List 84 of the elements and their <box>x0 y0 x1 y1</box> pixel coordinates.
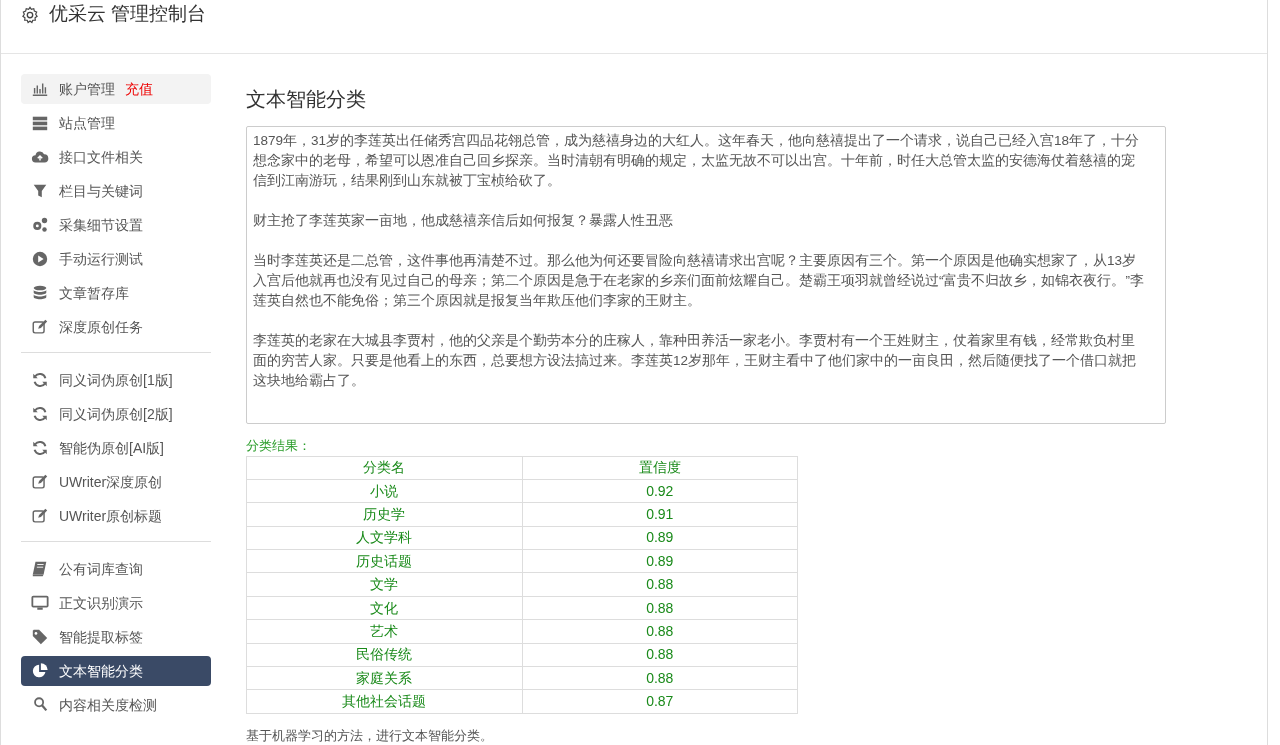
table-cell: 其他社会话题 <box>246 689 522 714</box>
sidebar-label: 正文识别演示 <box>59 593 143 613</box>
server-icon <box>31 114 49 132</box>
sidebar-item[interactable]: 内容相关度检测 <box>21 690 211 720</box>
table-cell: 艺术 <box>246 619 522 644</box>
refresh-icon <box>31 405 49 423</box>
sidebar-label: 接口文件相关 <box>59 147 143 167</box>
sidebar-item[interactable]: 站点管理 <box>21 108 211 138</box>
sidebar-label: UWriter深度原创 <box>59 472 163 492</box>
table-cell: 置信度 <box>522 456 798 480</box>
tag-icon <box>31 628 49 646</box>
sidebar-item[interactable]: 智能伪原创[AI版] <box>21 433 211 463</box>
description-text: 基于机器学习的方法，进行文本智能分类。 <box>246 726 494 745</box>
table-cell: 0.89 <box>522 549 798 573</box>
table-cell: 人文学科 <box>246 526 522 550</box>
sidebar-item[interactable]: 正文识别演示 <box>21 588 211 618</box>
sidebar-label: 文章暂存库 <box>59 283 129 303</box>
edit-icon <box>31 318 49 336</box>
monitor-icon <box>31 594 49 612</box>
sidebar-label: 同义词伪原创[1版] <box>59 370 173 390</box>
paragraph-text: 财主抢了李莲英家一亩地，他成慈禧亲信后如何报复？暴露人性丑恶 <box>253 212 674 230</box>
table-cell: 民俗传统 <box>246 643 522 667</box>
table-cell: 小说 <box>246 479 522 503</box>
settings-icon <box>21 5 39 24</box>
paragraph-text: 当时李莲英还是二总管，这件事他再清楚不过。那么他为何还要冒险向慈禧请求出宫呢？主要原因有三个。第一个原因是他确实想家了，从13岁入宫后他就再也没有见过自己的母亲；第二个原因是急于在老家的乡亲们面前炫耀自己。楚霸王项羽就曾经说过“富贵不归故乡，如锦衣夜行。”李莲英自然也不能免俗；第三个原因就是报复当年欺压他们李家的王财主。 <box>253 252 1145 310</box>
table-cell: 文学 <box>246 572 522 597</box>
edit-icon <box>31 473 49 491</box>
table-cell: 0.88 <box>522 596 798 620</box>
edit-icon <box>31 507 49 525</box>
sidebar-label: UWriter原创标题 <box>59 506 163 526</box>
pie-chart-icon <box>31 662 49 680</box>
sidebar-item[interactable]: 公有词库查询 <box>21 554 211 584</box>
sidebar-label: 内容相关度检测 <box>59 695 157 715</box>
sidebar-item[interactable]: 账户管理 充值 <box>21 74 211 104</box>
table-cell: 家庭关系 <box>246 666 522 690</box>
table-cell: 0.88 <box>522 643 798 667</box>
filter-icon <box>31 182 49 200</box>
table-cell: 文化 <box>246 596 522 620</box>
paragraph-text: 1879年，31岁的李莲英出任储秀宫四品花翎总管，成为慈禧身边的大红人。这年春天，他向慈禧提出了一个请求，说自己已经入宫18年了，十分想念家中的老母，希望可以恩准自己回乡探亲。当时清朝有明确的规定，太监无故不可以出宫。十年前，时任大总管太监的安德海仗着慈禧的宠信到江南游玩，结果刚到山东就被丁宝桢给砍了。 <box>253 132 1141 190</box>
sidebar-label: 同义词伪原创[2版] <box>59 404 173 424</box>
sidebar-item[interactable]: 文本智能分类 <box>21 656 211 686</box>
paragraph-text: 李莲英的老家在大城县李贾村，他的父亲是个勤劳本分的庄稼人，靠种田养活一家老小。李贾村有一个王姓财主，仗着家里有钱，经常欺负村里面的穷苦人家。只要是他看上的东西，总要想方设法搞过来。李莲英12岁那年，王财主看中了他们家中的一亩良田，然后随便找了一个借口就把这块地给霸占了。 <box>253 332 1138 390</box>
sidebar-item[interactable]: 同义词伪原创[1版] <box>21 365 211 395</box>
sidebar-label: 文本智能分类 <box>59 661 143 681</box>
table-cell: 历史学 <box>246 502 522 527</box>
sidebar-item[interactable]: UWriter深度原创 <box>21 467 211 497</box>
sidebar-label: 采集细节设置 <box>59 215 143 235</box>
refresh-icon <box>31 371 49 389</box>
sidebar-label: 深度原创任务 <box>59 317 143 337</box>
sidebar-item[interactable]: 智能提取标签 <box>21 622 211 652</box>
database-icon <box>31 284 49 302</box>
sidebar-item[interactable]: UWriter原创标题 <box>21 501 211 531</box>
sidebar-label: 手动运行测试 <box>59 249 143 269</box>
play-icon <box>31 250 49 268</box>
sidebar-item[interactable]: 手动运行测试 <box>21 244 211 274</box>
table-cell: 0.91 <box>522 502 798 527</box>
sidebar-item[interactable]: 采集细节设置 <box>21 210 211 240</box>
table-cell: 0.87 <box>522 689 798 714</box>
result-label: 分类结果： <box>246 437 312 455</box>
book-icon <box>31 560 49 578</box>
recharge-link[interactable]: 充值 <box>125 78 153 100</box>
table-cell: 0.88 <box>522 619 798 644</box>
sidebar-label: 站点管理 <box>59 113 115 133</box>
table-cell: 0.92 <box>522 479 798 503</box>
sidebar-item[interactable]: 同义词伪原创[2版] <box>21 399 211 429</box>
section-title: 文本智能分类 <box>246 87 367 112</box>
page-title: 优采云 管理控制台 <box>49 2 207 27</box>
sidebar-item[interactable]: 接口文件相关 <box>21 142 211 172</box>
sidebar-item[interactable]: 深度原创任务 <box>21 312 211 342</box>
sidebar-label: 智能伪原创[AI版] <box>59 438 164 458</box>
table-cell: 历史话题 <box>246 549 522 573</box>
sidebar-label: 账户管理 <box>59 79 115 99</box>
magnifier-icon <box>31 696 49 714</box>
sidebar-label: 栏目与关键词 <box>59 181 143 201</box>
table-cell: 0.89 <box>522 526 798 550</box>
sidebar-item[interactable]: 栏目与关键词 <box>21 176 211 206</box>
table-cell: 0.88 <box>522 572 798 597</box>
refresh-icon <box>31 439 49 457</box>
table-cell: 分类名 <box>246 456 522 480</box>
table-cell: 0.88 <box>522 666 798 690</box>
sidebar-label: 公有词库查询 <box>59 559 143 579</box>
sidebar-item[interactable]: 文章暂存库 <box>21 278 211 308</box>
sidebar-label: 智能提取标签 <box>59 627 143 647</box>
text-input-field[interactable] <box>246 126 1166 424</box>
